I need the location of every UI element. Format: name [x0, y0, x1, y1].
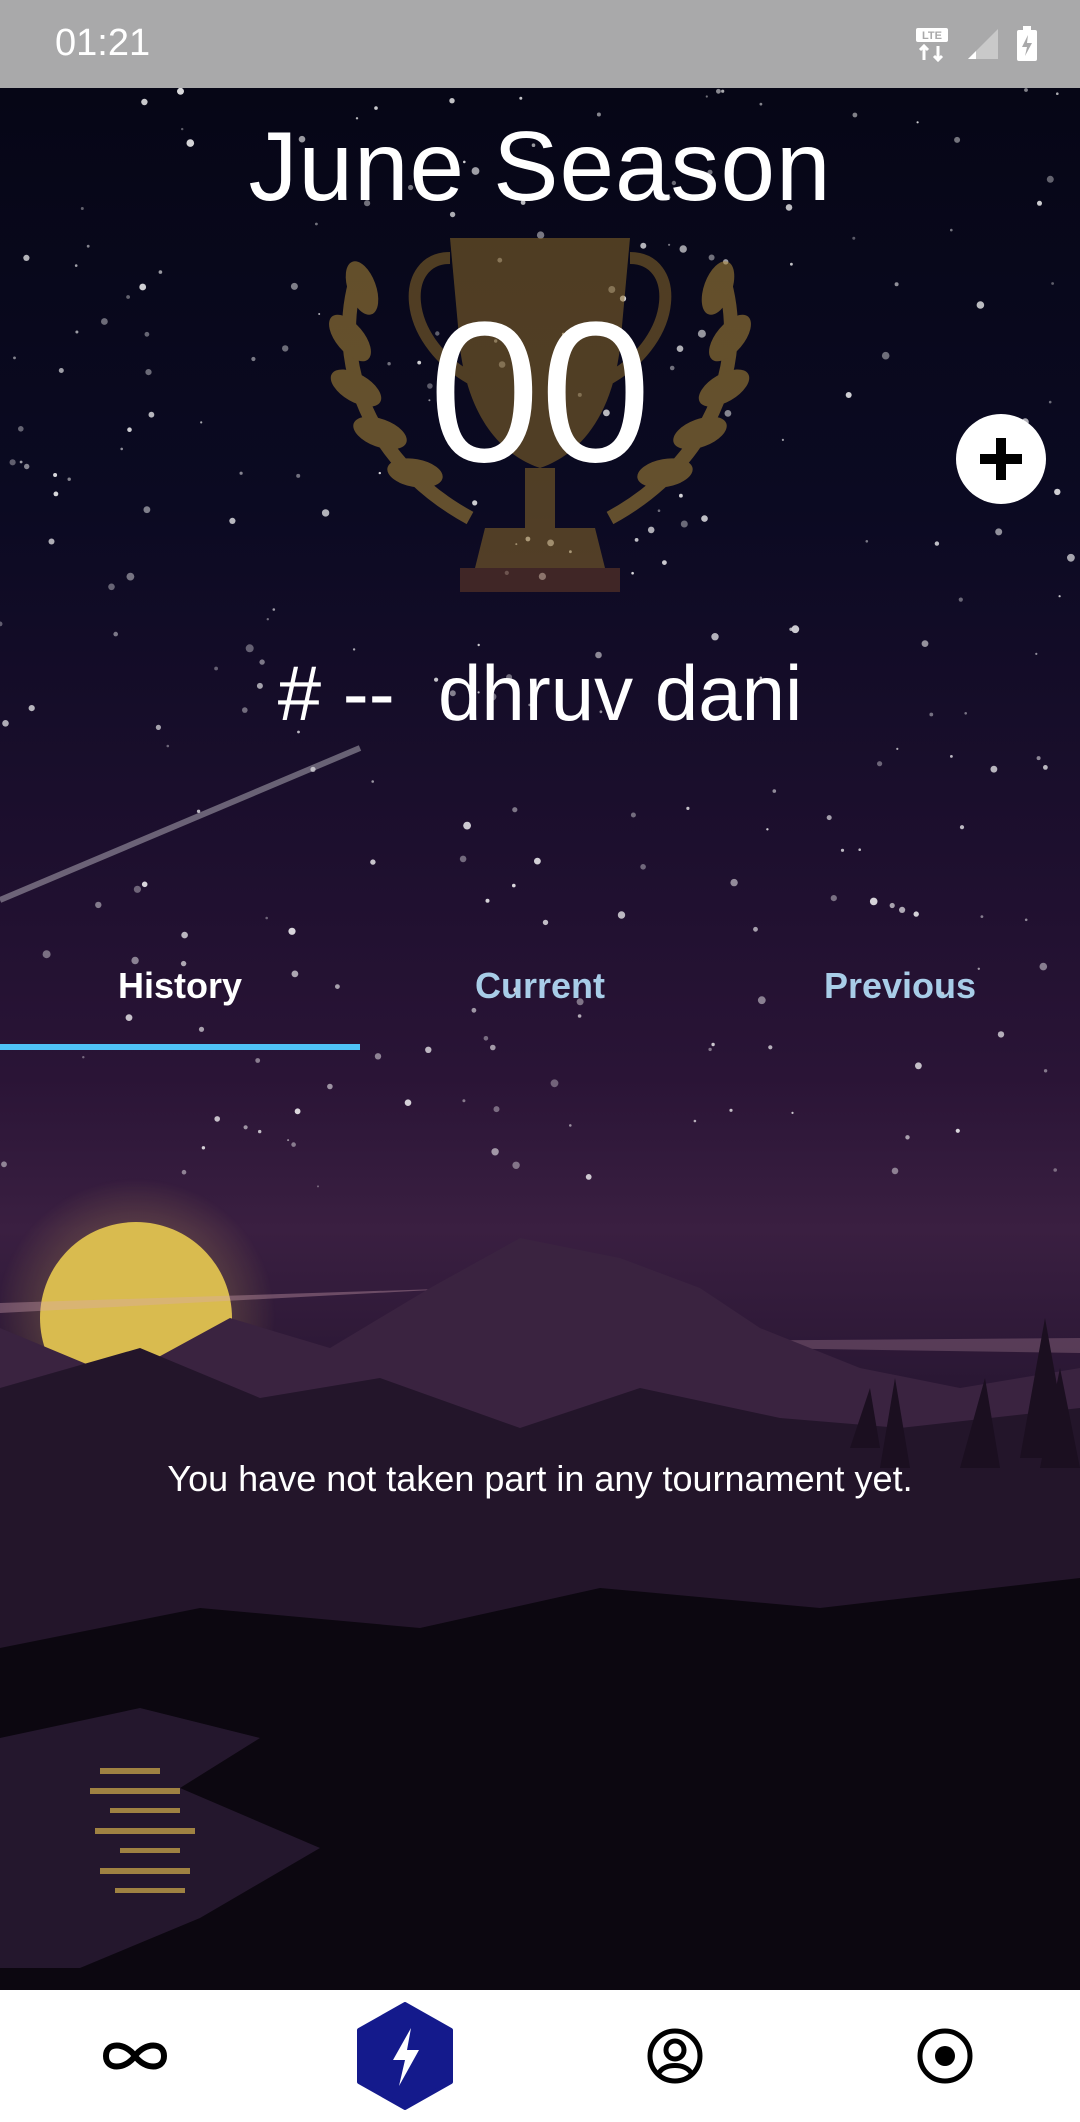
rank-and-username: # -- dhruv dani [0, 648, 1080, 739]
bottom-navigation [0, 1990, 1080, 2122]
rank-label: # -- [277, 649, 395, 737]
bolt-icon [357, 2002, 453, 2110]
status-time: 01:21 [55, 22, 151, 64]
lte-icon: LTE [914, 26, 950, 62]
season-score: 00 [428, 281, 652, 504]
nav-item-profile[interactable] [540, 1990, 810, 2122]
season-title: June Season [248, 111, 832, 221]
nav-item-infinity[interactable] [0, 1990, 270, 2122]
status-bar: 01:21 LTE [0, 0, 1080, 88]
profile-icon [647, 2028, 703, 2084]
nav-item-record[interactable] [810, 1990, 1080, 2122]
plus-icon [980, 438, 1022, 480]
tab-previous[interactable]: Previous [720, 928, 1080, 1046]
status-icons: LTE [914, 26, 1038, 62]
add-button[interactable] [956, 414, 1046, 504]
svg-text:LTE: LTE [922, 30, 942, 42]
username: dhruv dani [438, 649, 803, 737]
record-icon [917, 2028, 973, 2084]
tab-history[interactable]: History [0, 928, 360, 1046]
signal-icon [966, 27, 1000, 61]
tab-indicator [0, 1044, 360, 1050]
tab-current[interactable]: Current [360, 928, 720, 1046]
battery-charging-icon [1016, 26, 1038, 62]
tab-bar: History Current Previous [0, 928, 1080, 1052]
nav-item-bolt[interactable] [270, 1990, 540, 2122]
season-panel: June Season 00 # -- dhruv dani History C… [0, 88, 1080, 1990]
empty-state-message: You have not taken part in any tournamen… [167, 1458, 913, 1499]
infinity-icon [102, 2042, 168, 2070]
